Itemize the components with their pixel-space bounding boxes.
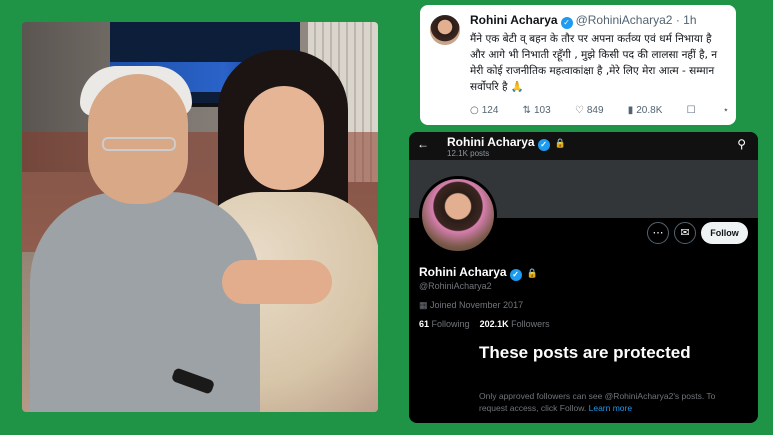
- repost-button[interactable]: ⇅ 103: [523, 105, 551, 116]
- lock-icon: 🔒: [554, 138, 566, 148]
- followers-count: 202.1K: [479, 319, 509, 329]
- tweet-avatar[interactable]: [430, 15, 460, 45]
- profile-card: ← Rohini Acharya ✓ 🔒 12.1K posts ⚲ ⋯ ✉ Fol…: [409, 132, 758, 423]
- topbar-post-count: 12.1K posts: [447, 149, 490, 158]
- message-button[interactable]: ✉: [674, 222, 696, 244]
- tweet-author-name[interactable]: Rohini Acharya: [470, 13, 558, 27]
- profile-name: Rohini Acharya ✓ 🔒: [419, 265, 538, 281]
- news-photo: [22, 22, 378, 412]
- woman-arm: [222, 260, 332, 304]
- tweet-author-handle[interactable]: @RohiniAcharya2: [576, 13, 673, 27]
- verified-badge-icon: ✓: [509, 269, 522, 281]
- mail-icon: ✉: [680, 227, 690, 239]
- tweet-text: मैंने एक बेटी व् बहन के तौर पर अपना कर्त…: [470, 33, 718, 93]
- woman-face: [244, 86, 324, 190]
- views-button[interactable]: ▮ 20.8K: [628, 105, 663, 116]
- protected-note: Only approved followers can see @RohiniA…: [479, 390, 739, 414]
- search-icon[interactable]: ⚲: [737, 137, 746, 151]
- share-icon: ⋆: [722, 105, 729, 116]
- tweet-separator: ·: [675, 13, 680, 27]
- profile-handle: @RohiniAcharya2: [419, 281, 492, 291]
- profile-stats: 61 Following 202.1K Followers: [419, 319, 550, 329]
- glasses: [102, 137, 176, 151]
- tweet-card[interactable]: Rohini Acharya ✓ @RohiniAcharya2 · 1h मैंन…: [420, 5, 736, 125]
- tweet-time[interactable]: 1h: [683, 13, 696, 27]
- profile-topbar: ← Rohini Acharya ✓ 🔒 12.1K posts ⚲: [409, 132, 758, 160]
- tweet-actions: ○ 124 ⇅ 103 ♡ 849 ▮ 20.8K ☐ ⋆: [470, 105, 732, 116]
- reply-icon: ○: [470, 105, 479, 116]
- following-label: Following: [431, 319, 470, 329]
- bookmark-icon: ☐: [686, 105, 696, 116]
- joined-text: Joined November 2017: [430, 300, 524, 310]
- followers-link[interactable]: 202.1K Followers: [480, 319, 550, 329]
- share-button[interactable]: ⋆: [723, 105, 732, 116]
- back-arrow-icon[interactable]: ←: [417, 137, 429, 151]
- follow-button[interactable]: Follow: [701, 222, 748, 244]
- bookmark-button[interactable]: ☐: [687, 105, 699, 116]
- profile-joined: ▦ Joined November 2017: [419, 300, 523, 311]
- like-count: 849: [586, 105, 604, 116]
- protected-title: These posts are protected: [479, 343, 691, 362]
- verified-badge-icon: ✓: [560, 17, 573, 29]
- repost-count: 103: [534, 105, 551, 116]
- following-count: 61: [419, 319, 430, 329]
- lock-icon: 🔒: [526, 268, 538, 278]
- like-button[interactable]: ♡ 849: [575, 105, 604, 116]
- followers-label: Followers: [511, 319, 550, 329]
- views-icon: ▮: [627, 105, 634, 116]
- heart-icon: ♡: [574, 105, 584, 116]
- reply-count: 124: [481, 105, 499, 116]
- topbar-name-text: Rohini Acharya: [447, 135, 535, 149]
- verified-badge-icon: ✓: [537, 139, 550, 151]
- tweet-header: Rohini Acharya ✓ @RohiniAcharya2 · 1h: [470, 13, 697, 29]
- man-figure: [30, 192, 260, 412]
- following-link[interactable]: 61 Following: [419, 319, 470, 329]
- more-options-button[interactable]: ⋯: [647, 222, 669, 244]
- learn-more-link[interactable]: Learn more: [589, 403, 632, 413]
- repost-icon: ⇅: [522, 105, 531, 116]
- views-count: 20.8K: [636, 105, 663, 116]
- reply-button[interactable]: ○ 124: [470, 105, 498, 116]
- profile-name-text: Rohini Acharya: [419, 265, 507, 279]
- calendar-icon: ▦: [419, 300, 431, 310]
- profile-avatar[interactable]: [419, 176, 497, 254]
